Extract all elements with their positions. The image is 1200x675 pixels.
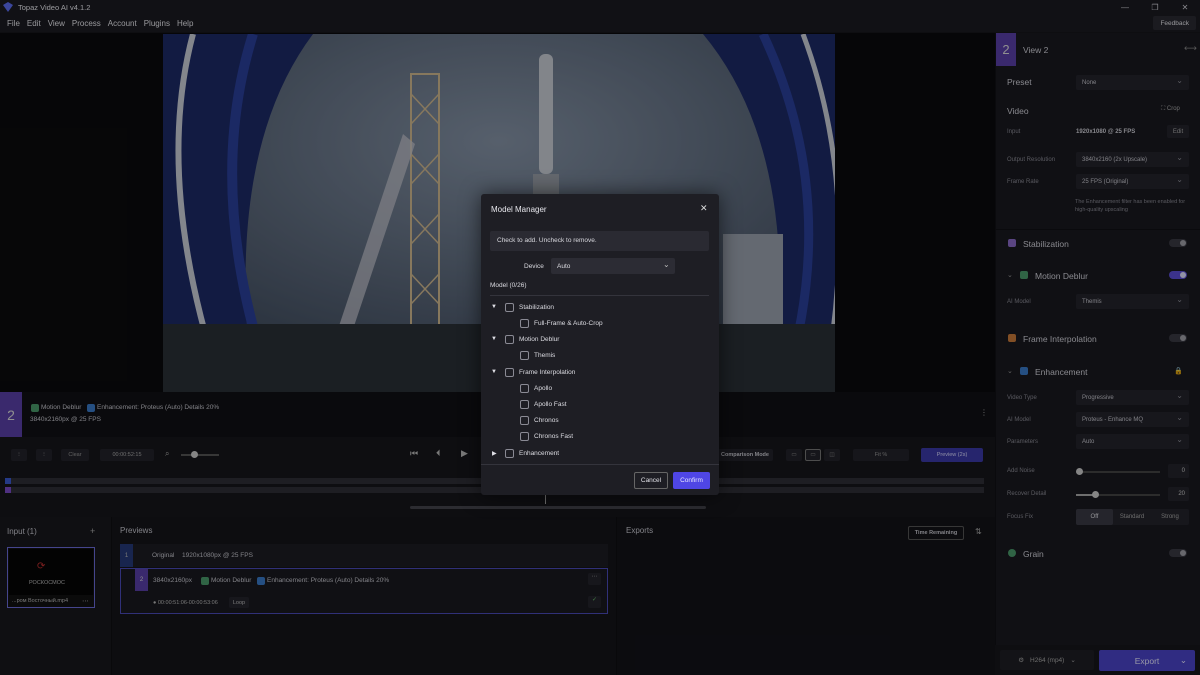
chronos-checkbox[interactable] (520, 416, 529, 425)
divider (481, 464, 719, 465)
hint-box: Check to add. Uncheck to remove. (490, 231, 709, 251)
device-value: Auto (557, 263, 571, 270)
expand-enhancement-icon[interactable]: ▶ (492, 450, 497, 457)
apollo-fast-checkbox[interactable] (520, 400, 529, 409)
fullframe-checkbox[interactable] (520, 319, 529, 328)
enhancement-group-label: Enhancement (519, 450, 560, 457)
device-label: Device (524, 263, 544, 270)
divider (490, 295, 709, 296)
themis-label: Themis (534, 352, 556, 359)
chevron-down-icon: ⌄ (663, 260, 670, 269)
enhancement-checkbox[interactable] (505, 449, 514, 458)
hint-text: Check to add. Uncheck to remove. (497, 237, 597, 244)
stabilization-checkbox[interactable] (505, 303, 514, 312)
apollo-checkbox[interactable] (520, 384, 529, 393)
expand-motion-deblur-icon[interactable]: ▼ (491, 336, 497, 342)
expand-stabilization-icon[interactable]: ▼ (491, 304, 497, 310)
fullframe-label: Full-Frame & Auto-Crop (534, 320, 603, 327)
themis-checkbox[interactable] (520, 351, 529, 360)
apollo-label: Apollo (534, 385, 553, 392)
motion-deblur-group-label: Motion Deblur (519, 336, 560, 343)
chronos-fast-checkbox[interactable] (520, 432, 529, 441)
cancel-button[interactable]: Cancel (634, 472, 668, 489)
frame-interpolation-checkbox[interactable] (505, 368, 514, 377)
chronos-label: Chronos (534, 417, 559, 424)
device-select[interactable]: Auto ⌄ (551, 258, 675, 274)
modal-title: Model Manager (491, 205, 547, 214)
apollo-fast-label: Apollo Fast (534, 401, 567, 408)
expand-frame-interpolation-icon[interactable]: ▼ (491, 369, 497, 375)
chronos-fast-label: Chronos Fast (534, 433, 574, 440)
stabilization-group-label: Stabilization (519, 304, 555, 311)
motion-deblur-checkbox[interactable] (505, 335, 514, 344)
model-manager-dialog: Model Manager ✕ Check to add. Uncheck to… (481, 194, 719, 495)
model-count: Model (0/26) (490, 282, 527, 289)
confirm-button[interactable]: Confirm (673, 472, 710, 489)
close-modal-icon[interactable]: ✕ (700, 203, 708, 214)
frame-interpolation-group-label: Frame Interpolation (519, 369, 576, 376)
